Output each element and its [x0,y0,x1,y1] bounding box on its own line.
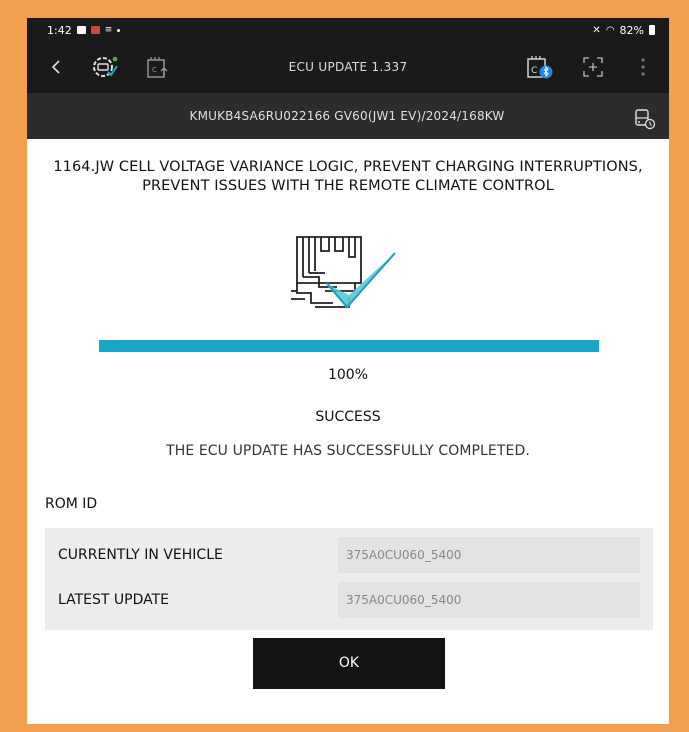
vehicle-vin-info: KMUKB4SA6RU022166 GV60(JW1 EV)/2024/168K… [189,109,505,123]
vehicle-info-bar: KMUKB4SA6RU022166 GV60(JW1 EV)/2024/168K… [27,93,669,139]
message-notification-icon: ≡ [104,25,113,35]
rom-label-latest: LATEST UPDATE [58,592,170,608]
ok-button[interactable]: OK [253,638,445,689]
ecu-success-icon [289,233,409,318]
update-message: THE ECU UPDATE HAS SUCCESSFULLY COMPLETE… [166,443,530,459]
update-title-line-2: PREVENT ISSUES WITH THE REMOTE CLIMATE C… [142,178,554,194]
rom-id-table: CURRENTLY IN VEHICLE 375A0CU060_5400 LAT… [45,528,653,630]
status-bar: 1:42 ≡ ✕ ◠ 82% [27,18,669,42]
rom-label-current: CURRENTLY IN VEHICLE [58,547,223,563]
progress-percent: 100% [327,367,369,383]
update-title-line-1: 1164.JW CELL VOLTAGE VARIANCE LOGIC, PRE… [53,159,643,175]
rom-row-current: CURRENTLY IN VEHICLE 375A0CU060_5400 [45,537,653,573]
scan-icon[interactable] [575,48,611,86]
vehicle-gear-icon[interactable] [85,48,123,86]
battery-icon [649,25,655,35]
battery-percent: 82% [619,23,644,37]
back-icon[interactable] [39,48,73,86]
more-notifications-dot [117,28,121,32]
rom-value-latest: 375A0CU060_5400 [338,582,640,618]
vci-bluetooth-icon[interactable]: C [519,48,559,86]
mute-icon: ✕ [592,24,601,36]
svg-text:C: C [152,66,157,74]
update-title: 1164.JW CELL VOLTAGE VARIANCE LOGIC, PRE… [27,158,669,196]
page-title: ECU UPDATE 1.337 [288,60,408,74]
device-screen: 1:42 ≡ ✕ ◠ 82% C ECU UPDATE 1.337 C KMUK… [27,18,669,724]
update-progress-bar [99,340,599,352]
calendar-notification-icon [90,26,100,34]
status-time: 1:42 [47,23,72,37]
gallery-notification-icon [76,26,86,34]
rom-value-current: 375A0CU060_5400 [338,537,640,573]
svg-text:C: C [531,66,537,76]
update-status: SUCCESS [315,409,381,425]
more-icon[interactable] [631,48,655,86]
wifi-icon: ◠ [605,24,615,36]
vehicle-settings-icon[interactable] [628,99,660,137]
progress-fill [99,340,599,352]
app-toolbar: C ECU UPDATE 1.337 C [27,42,669,93]
rom-row-latest: LATEST UPDATE 375A0CU060_5400 [45,582,653,618]
rom-id-heading: ROM ID [45,496,98,512]
ecu-upload-icon[interactable]: C [139,48,175,86]
